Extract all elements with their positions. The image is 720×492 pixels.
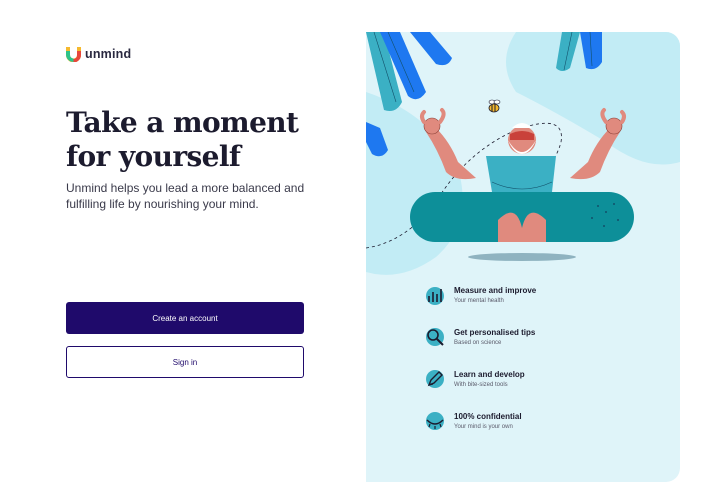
feature-subtitle: Based on science bbox=[454, 340, 502, 346]
bee-icon bbox=[488, 99, 501, 113]
brand-name: unmind bbox=[85, 47, 132, 61]
pencil-icon bbox=[426, 370, 444, 388]
illustration-panel: Measure and improve Your mental health G… bbox=[366, 32, 680, 482]
page-title-line-1: Take a moment bbox=[66, 106, 299, 139]
chart-icon bbox=[426, 287, 444, 305]
feature-confidential: 100% confidential Your mind is your own bbox=[424, 408, 664, 442]
unmind-logo-icon bbox=[66, 47, 81, 62]
page-subtitle: Unmind helps you lead a more balanced an… bbox=[66, 181, 305, 211]
feature-measure-improve: Measure and improve Your mental health bbox=[424, 282, 664, 316]
feature-personalised-tips: Get personalised tips Based on science bbox=[424, 324, 664, 358]
feature-subtitle: Your mind is your own bbox=[454, 424, 513, 430]
feature-learn-develop: Learn and develop With bite-sized tools bbox=[424, 366, 664, 400]
feature-subtitle: With bite-sized tools bbox=[454, 382, 508, 388]
page-title: Take a moment for yourself bbox=[66, 106, 356, 174]
sign-in-button[interactable]: Sign in bbox=[66, 346, 304, 378]
feature-title: 100% confidential bbox=[454, 412, 522, 421]
feature-title: Get personalised tips bbox=[454, 328, 536, 337]
feature-subtitle: Your mental health bbox=[454, 298, 504, 304]
feature-title: Measure and improve bbox=[454, 286, 537, 295]
brand-logo[interactable]: unmind bbox=[66, 46, 131, 62]
create-account-button[interactable]: Create an account bbox=[66, 302, 304, 334]
page-title-line-2: for yourself bbox=[66, 140, 241, 173]
feature-title: Learn and develop bbox=[454, 370, 525, 379]
magnifier-icon bbox=[426, 328, 444, 346]
closed-eye-icon bbox=[426, 412, 444, 430]
